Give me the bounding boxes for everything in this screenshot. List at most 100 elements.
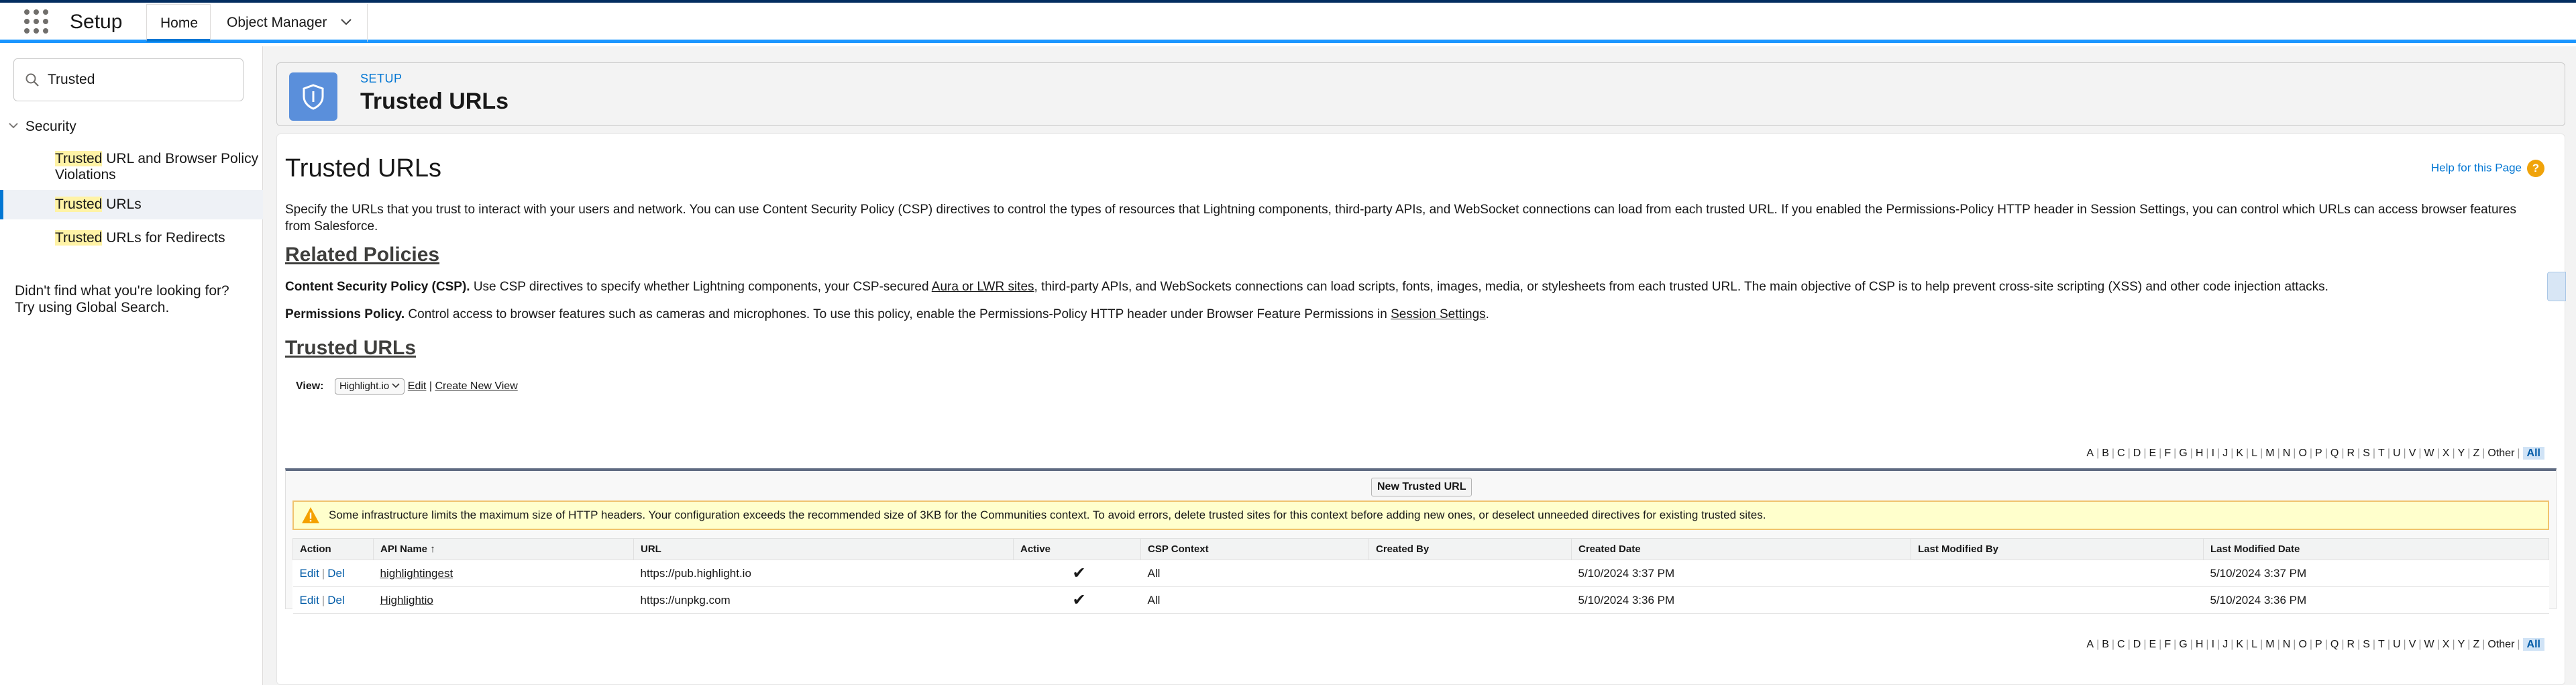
alphabet-filter-k[interactable]: K: [2236, 639, 2243, 650]
alphabet-filter-s[interactable]: S: [2363, 447, 2370, 459]
alphabet-filter-t[interactable]: T: [2378, 639, 2385, 650]
alphabet-filter-u[interactable]: U: [2393, 447, 2401, 459]
col-last-modified-by[interactable]: Last Modified By: [1911, 538, 2204, 560]
col-url[interactable]: URL: [633, 538, 1014, 560]
alphabet-filter-h[interactable]: H: [2196, 639, 2204, 650]
alphabet-filter-r[interactable]: R: [2347, 639, 2355, 650]
api-name-link[interactable]: highlightingest: [380, 567, 453, 580]
col-csp-context[interactable]: CSP Context: [1140, 538, 1369, 560]
delete-link[interactable]: Del: [327, 594, 345, 607]
alphabet-separator: |: [2418, 639, 2422, 650]
sidebar-item-browser-policy-violations[interactable]: Trusted URL and Browser Policy Violation…: [0, 151, 263, 189]
alphabet-separator: |: [2436, 447, 2440, 459]
help-link[interactable]: Help for this Page?: [2431, 160, 2544, 177]
alphabet-filter-other[interactable]: Other: [2487, 639, 2514, 650]
col-created-date[interactable]: Created Date: [1571, 538, 1911, 560]
col-last-modified-date[interactable]: Last Modified Date: [2203, 538, 2549, 560]
alphabet-filter-other[interactable]: Other: [2487, 447, 2514, 459]
alphabet-filter-v[interactable]: V: [2409, 447, 2416, 459]
alphabet-filter-p[interactable]: P: [2315, 447, 2322, 459]
alphabet-filter-i[interactable]: I: [2212, 447, 2214, 459]
tab-home[interactable]: Home: [146, 4, 211, 42]
alphabet-filter-l[interactable]: L: [2251, 639, 2257, 650]
quick-find-input[interactable]: [48, 68, 235, 91]
alphabet-filter-all[interactable]: All: [2522, 447, 2544, 460]
alphabet-filter-y[interactable]: Y: [2458, 447, 2465, 459]
alphabet-filter-g[interactable]: G: [2179, 639, 2187, 650]
sort-ascending-icon[interactable]: ↑: [430, 543, 435, 555]
section-security[interactable]: Security: [8, 119, 76, 135]
alphabet-filter-l[interactable]: L: [2251, 447, 2257, 459]
row-actions: Edit | Del: [292, 560, 374, 587]
col-created-by[interactable]: Created By: [1368, 538, 1572, 560]
alphabet-filter-j[interactable]: J: [2222, 447, 2228, 459]
alphabet-filter-t[interactable]: T: [2378, 447, 2385, 459]
new-trusted-url-button[interactable]: New Trusted URL: [1371, 478, 1472, 496]
session-settings-link[interactable]: Session Settings: [1391, 307, 1486, 321]
modified-date-cell: 5/10/2024 3:36 PM: [2203, 586, 2549, 614]
alphabet-filter-m[interactable]: M: [2265, 639, 2274, 650]
edit-link[interactable]: Edit: [300, 594, 319, 607]
alphabet-filter-g[interactable]: G: [2179, 447, 2187, 459]
alphabet-filter-q[interactable]: Q: [2330, 447, 2339, 459]
alphabet-filter-r[interactable]: R: [2347, 447, 2355, 459]
delete-link[interactable]: Del: [327, 567, 345, 580]
app-launcher-icon[interactable]: [24, 9, 48, 34]
sidebar-item-trusted-urls-redirects[interactable]: Trusted URLs for Redirects: [0, 225, 263, 252]
alphabet-filter-a[interactable]: A: [2086, 447, 2094, 459]
alphabet-filter-z[interactable]: Z: [2473, 639, 2479, 650]
alphabet-filter-k[interactable]: K: [2236, 447, 2243, 459]
alphabet-filter-x[interactable]: X: [2443, 639, 2450, 650]
alphabet-filter-e[interactable]: E: [2149, 639, 2156, 650]
chevron-down-icon[interactable]: [8, 120, 21, 134]
alphabet-filter-u[interactable]: U: [2393, 639, 2401, 650]
alphabet-filter-m[interactable]: M: [2265, 447, 2274, 459]
alphabet-filter-x[interactable]: X: [2443, 447, 2450, 459]
global-header: Setup Home Object Manager: [0, 3, 2576, 43]
alphabet-filter-v[interactable]: V: [2409, 639, 2416, 650]
side-panel-toggle[interactable]: [2547, 272, 2566, 301]
alphabet-filter-b[interactable]: B: [2102, 447, 2109, 459]
alphabet-filter-w[interactable]: W: [2424, 447, 2434, 459]
alphabet-separator: |: [2403, 447, 2406, 459]
alphabet-filter-w[interactable]: W: [2424, 639, 2434, 650]
help-icon[interactable]: ?: [2527, 160, 2544, 177]
api-name-link[interactable]: Highlightio: [380, 594, 433, 607]
col-api-name-label[interactable]: API Name: [380, 543, 427, 555]
alphabet-filter-y[interactable]: Y: [2458, 639, 2465, 650]
alphabet-filter-h[interactable]: H: [2196, 447, 2204, 459]
alphabet-filter-n[interactable]: N: [2283, 639, 2291, 650]
aura-lwr-link[interactable]: Aura or LWR sites: [932, 280, 1034, 294]
alphabet-filter-c[interactable]: C: [2117, 447, 2125, 459]
alphabet-filter-z[interactable]: Z: [2473, 447, 2479, 459]
alphabet-filter-b[interactable]: B: [2102, 639, 2109, 650]
alphabet-filter-q[interactable]: Q: [2330, 639, 2339, 650]
created-by-cell: [1368, 560, 1572, 587]
col-active[interactable]: Active: [1013, 538, 1141, 560]
alphabet-filter-j[interactable]: J: [2222, 639, 2228, 650]
alphabet-filter-c[interactable]: C: [2117, 639, 2125, 650]
alphabet-filter-o[interactable]: O: [2298, 639, 2306, 650]
tab-object-manager[interactable]: Object Manager: [213, 4, 368, 42]
quick-find-box[interactable]: [13, 58, 244, 101]
alphabet-separator: |: [2217, 447, 2220, 459]
edit-view-link[interactable]: Edit: [408, 380, 427, 392]
alphabet-filter-f[interactable]: F: [2164, 447, 2171, 459]
alphabet-filter-o[interactable]: O: [2298, 447, 2306, 459]
help-link-label[interactable]: Help for this Page: [2431, 161, 2522, 174]
view-select[interactable]: Highlight.io: [334, 378, 405, 394]
col-api-name[interactable]: API Name ↑: [373, 538, 634, 560]
alphabet-filter-d[interactable]: D: [2133, 447, 2141, 459]
alphabet-filter-d[interactable]: D: [2133, 639, 2141, 650]
alphabet-filter-a[interactable]: A: [2086, 639, 2094, 650]
create-new-view-link[interactable]: Create New View: [435, 380, 517, 392]
alphabet-filter-i[interactable]: I: [2212, 639, 2214, 650]
edit-link[interactable]: Edit: [300, 567, 319, 580]
alphabet-filter-n[interactable]: N: [2283, 447, 2291, 459]
alphabet-filter-f[interactable]: F: [2164, 639, 2171, 650]
sidebar-item-trusted-urls[interactable]: Trusted URLs: [0, 190, 263, 219]
alphabet-filter-all[interactable]: All: [2522, 638, 2544, 651]
alphabet-filter-p[interactable]: P: [2315, 639, 2322, 650]
alphabet-filter-s[interactable]: S: [2363, 639, 2370, 650]
alphabet-filter-e[interactable]: E: [2149, 447, 2156, 459]
